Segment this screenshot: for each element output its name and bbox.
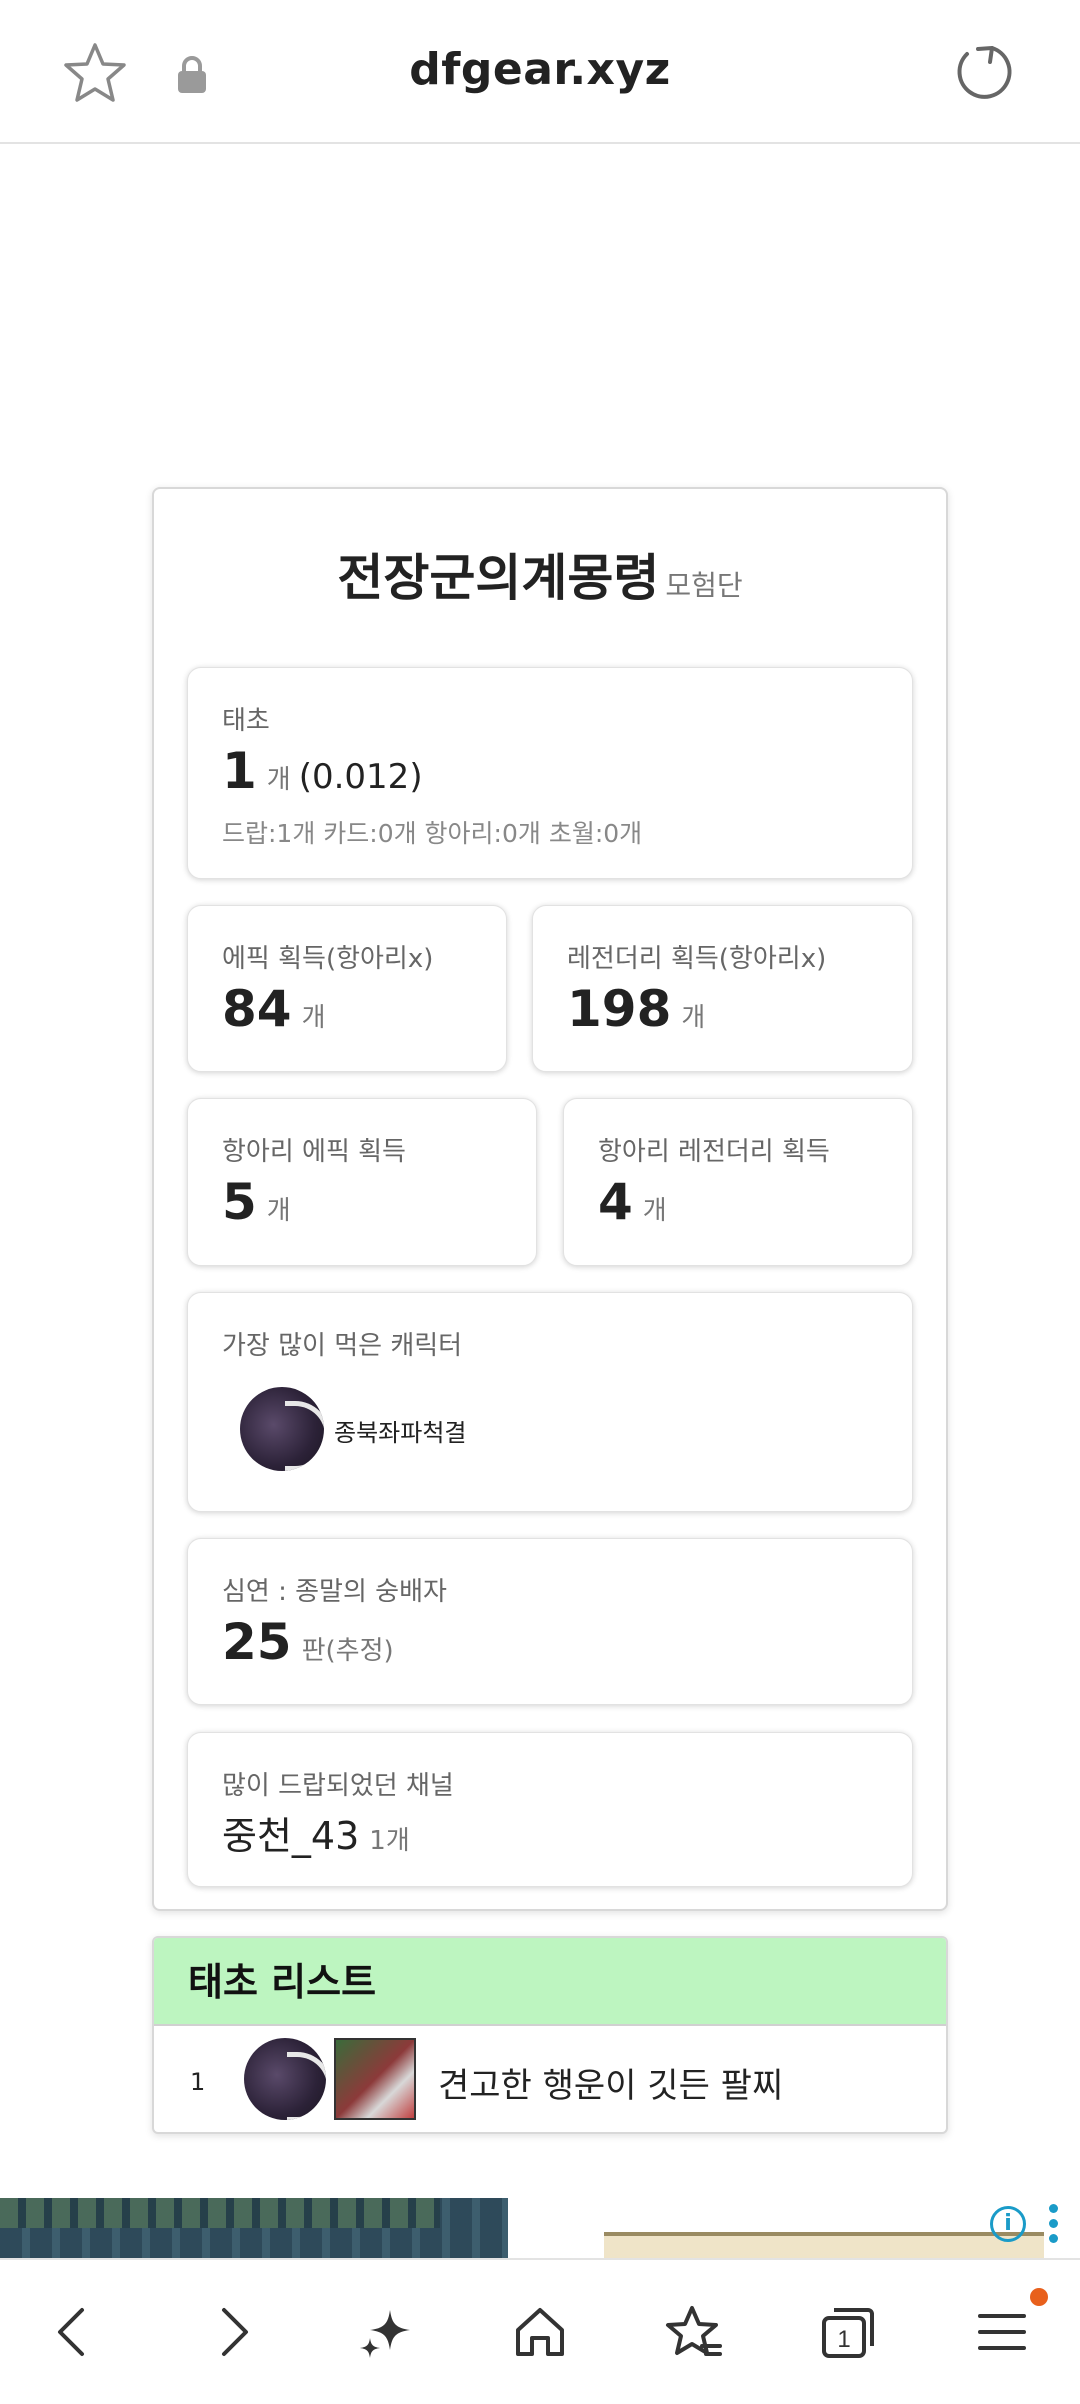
pot-epic-label: 항아리 에픽 획득 xyxy=(222,1137,406,1167)
bookmarks-icon[interactable] xyxy=(662,2300,726,2364)
pot-epic-unit: 개 xyxy=(266,1196,291,1226)
abyss-label: 심연 : 종말의 숭배자 xyxy=(222,1577,447,1607)
ad-banner[interactable]: i xyxy=(0,2198,1080,2258)
pot-epic-value: 5 xyxy=(222,1173,257,1231)
pot-epic-box: 항아리 에픽 획득 5개 xyxy=(187,1098,537,1266)
home-icon[interactable] xyxy=(508,2300,572,2364)
bracelet-item-icon[interactable] xyxy=(334,2038,416,2120)
channel-label: 많이 드랍되었던 채널 xyxy=(222,1771,454,1801)
adventure-name: 전장군의계몽령 xyxy=(337,549,660,607)
top-character-label: 가장 많이 먹은 캐릭터 xyxy=(222,1331,463,1361)
legendary-unit: 개 xyxy=(681,1003,706,1033)
channel-count: 중천_43 1개 xyxy=(222,1805,410,1860)
abyss-unit: 판(추정) xyxy=(301,1636,394,1666)
list-item-avatar[interactable] xyxy=(244,2038,326,2120)
ad-image-right xyxy=(604,2232,1044,2258)
legendary-count: 198 개 xyxy=(567,980,705,1038)
pot-legendary-box: 항아리 레전더리 획득 4개 xyxy=(563,1098,913,1266)
pot-legendary-value: 4 xyxy=(598,1173,633,1231)
notification-dot xyxy=(1030,2288,1048,2306)
channel-value: 중천_43 xyxy=(222,1814,360,1858)
pot-epic-count: 5개 xyxy=(222,1173,291,1231)
forward-icon[interactable] xyxy=(200,2300,264,2364)
taecho-unit: 개 xyxy=(266,765,291,795)
channel-unit: 1개 xyxy=(369,1826,410,1856)
epic-count: 84 개 xyxy=(222,980,326,1038)
epic-unit: 개 xyxy=(301,1003,326,1033)
channel-box: 많이 드랍되었던 채널 중천_43 1개 xyxy=(187,1732,913,1887)
legendary-box: 레전더리 획득(항아리x) 198 개 xyxy=(532,905,913,1072)
list-item-name[interactable]: 견고한 행운이 깃든 팔찌 xyxy=(438,2058,783,2107)
taecho-detail: 드랍:1개 카드:0개 항아리:0개 초월:0개 xyxy=(222,819,643,848)
url-bar[interactable]: dfgear.xyz xyxy=(0,44,1080,95)
taecho-label: 태초 xyxy=(222,706,270,736)
taecho-count: 1 개 (0.012) xyxy=(222,742,423,800)
list-item-number: 1 xyxy=(190,2068,206,2096)
pot-legendary-unit: 개 xyxy=(642,1196,667,1226)
top-character-box: 가장 많이 먹은 캐릭터 종북좌파척결 xyxy=(187,1292,913,1512)
page-title: 전장군의계몽령 모험단 xyxy=(0,538,1080,610)
ad-info-icon[interactable]: i xyxy=(990,2206,1026,2242)
ai-sparkle-icon[interactable] xyxy=(354,2300,418,2364)
legendary-label: 레전더리 획득(항아리x) xyxy=(567,944,827,974)
reload-icon[interactable] xyxy=(952,40,1014,102)
back-icon[interactable] xyxy=(42,2300,106,2364)
taecho-list: 태초 리스트 1 견고한 행운이 깃든 팔찌 xyxy=(152,1936,948,2134)
pot-legendary-label: 항아리 레전더리 획득 xyxy=(598,1137,830,1167)
svg-text:1: 1 xyxy=(837,2326,850,2353)
ad-image-strip xyxy=(0,2198,440,2228)
browser-bottom-bar: 1 xyxy=(0,2258,1080,2404)
taecho-box: 태초 1 개 (0.012) 드랍:1개 카드:0개 항아리:0개 초월:0개 xyxy=(187,667,913,879)
menu-icon[interactable] xyxy=(970,2300,1034,2364)
adventure-subtitle: 모험단 xyxy=(665,569,743,602)
epic-value: 84 xyxy=(222,980,292,1038)
epic-label: 에픽 획득(항아리x) xyxy=(222,944,434,974)
legendary-value: 198 xyxy=(567,980,672,1038)
abyss-box: 심연 : 종말의 숭배자 25 판(추정) xyxy=(187,1538,913,1705)
character-avatar[interactable] xyxy=(240,1387,324,1471)
taecho-ratio: (0.012) xyxy=(298,757,423,797)
taecho-value: 1 xyxy=(222,742,257,800)
tabs-icon[interactable]: 1 xyxy=(816,2300,880,2364)
epic-box: 에픽 획득(항아리x) 84 개 xyxy=(187,905,507,1072)
taecho-list-title: 태초 리스트 xyxy=(154,1938,946,2026)
character-name[interactable]: 종북좌파척결 xyxy=(334,1413,466,1448)
browser-top-bar: dfgear.xyz xyxy=(0,0,1080,144)
ad-menu-icon[interactable] xyxy=(1046,2204,1060,2248)
abyss-count: 25 판(추정) xyxy=(222,1613,394,1671)
abyss-value: 25 xyxy=(222,1613,292,1671)
pot-legendary-count: 4개 xyxy=(598,1173,667,1231)
